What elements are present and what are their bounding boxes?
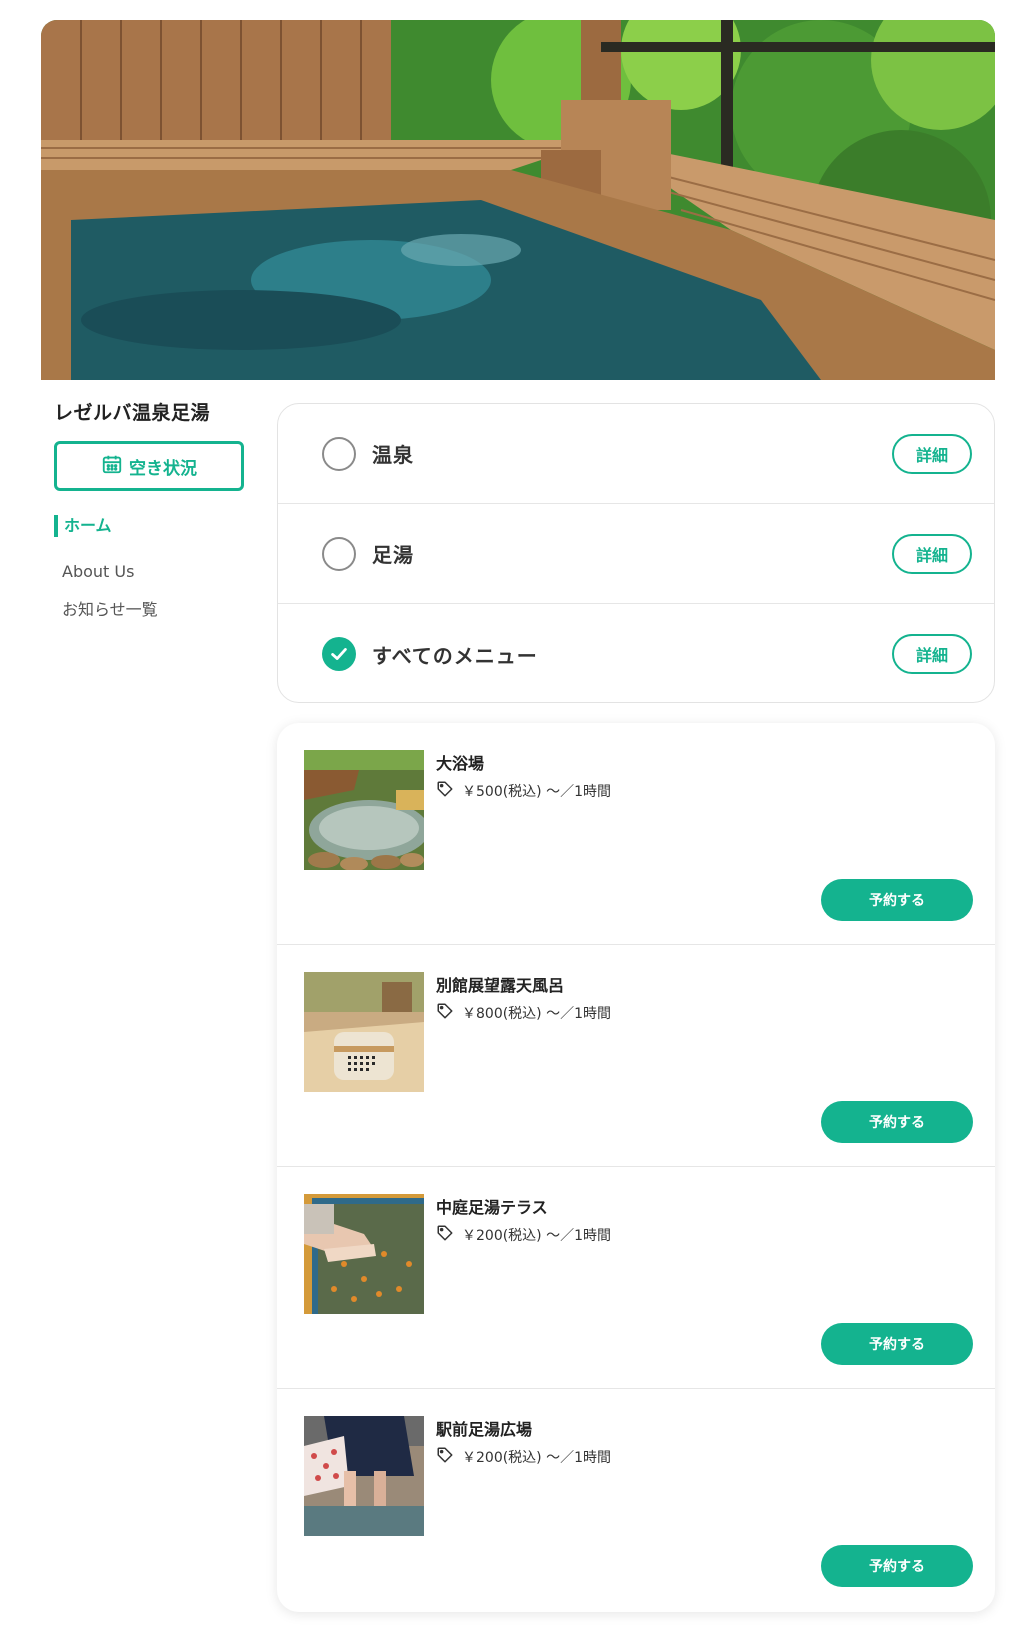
tag-icon — [436, 1446, 454, 1468]
list-item: 中庭足湯テラス ￥200(税込) 〜／1時間 予約する — [277, 1167, 995, 1389]
menu-item-price: ￥200(税込) 〜／1時間 — [436, 1224, 611, 1246]
price-text: ￥200(税込) 〜／1時間 — [462, 1450, 612, 1466]
menu-list: 大浴場 ￥500(税込) 〜／1時間 予約する 別館展望露天風呂 ￥800(税込… — [277, 723, 995, 1612]
menu-item-name: 中庭足湯テラス — [436, 1198, 548, 1217]
menu-item-name: 別館展望露天風呂 — [436, 976, 565, 995]
category-selector: 温泉 詳細 足湯 詳細 すべてのメニュー 詳細 — [277, 403, 995, 703]
category-label: 足湯 — [372, 543, 414, 567]
menu-thumbnail — [304, 750, 424, 870]
radio-unchecked-icon[interactable] — [322, 536, 356, 571]
site-title: レゼルバ温泉足湯 — [54, 402, 211, 424]
tag-icon — [436, 1224, 454, 1246]
detail-button[interactable]: 詳細 — [892, 533, 972, 574]
availability-label: 空き状況 — [129, 458, 197, 479]
menu-thumbnail — [304, 1194, 424, 1314]
sidebar: レゼルバ温泉足湯 空き状況 ホーム About Us お知らせ一覧 — [54, 398, 244, 637]
list-item: 別館展望露天風呂 ￥800(税込) 〜／1時間 予約する — [277, 945, 995, 1167]
price-text: ￥800(税込) 〜／1時間 — [462, 1006, 612, 1022]
availability-button[interactable]: 空き状況 — [54, 441, 244, 491]
list-item: 大浴場 ￥500(税込) 〜／1時間 予約する — [277, 723, 995, 945]
nav-item-news[interactable]: お知らせ一覧 — [54, 599, 244, 621]
tag-icon — [436, 780, 454, 802]
radio-unchecked-icon[interactable] — [322, 436, 356, 471]
radio-checked-icon[interactable] — [322, 637, 356, 671]
menu-item-price: ￥800(税込) 〜／1時間 — [436, 1002, 611, 1024]
reserve-button[interactable]: 予約する — [821, 1323, 973, 1365]
detail-button[interactable]: 詳細 — [892, 634, 972, 674]
calendar-icon — [101, 453, 123, 480]
reserve-button[interactable]: 予約する — [821, 879, 973, 921]
category-label: 温泉 — [372, 443, 414, 467]
menu-item-name: 大浴場 — [436, 754, 485, 773]
menu-thumbnail — [304, 972, 424, 1092]
menu-item-price: ￥500(税込) 〜／1時間 — [436, 780, 611, 802]
menu-item-name: 駅前足湯広場 — [436, 1420, 533, 1439]
menu-thumbnail — [304, 1416, 424, 1536]
nav-item-about-us[interactable]: About Us — [54, 561, 244, 583]
price-text: ￥500(税込) 〜／1時間 — [462, 784, 612, 800]
reserve-button[interactable]: 予約する — [821, 1545, 973, 1587]
category-option-ashiyu[interactable]: 足湯 詳細 — [278, 504, 994, 604]
nav-menu: ホーム About Us お知らせ一覧 — [54, 515, 244, 621]
detail-button[interactable]: 詳細 — [892, 433, 972, 474]
list-item: 駅前足湯広場 ￥200(税込) 〜／1時間 予約する — [277, 1389, 995, 1611]
menu-item-price: ￥200(税込) 〜／1時間 — [436, 1446, 611, 1468]
category-option-onsen[interactable]: 温泉 詳細 — [278, 404, 994, 504]
hero-image — [41, 20, 995, 380]
category-label: すべてのメニュー — [372, 643, 538, 668]
reserve-button[interactable]: 予約する — [821, 1101, 973, 1143]
price-text: ￥200(税込) 〜／1時間 — [462, 1228, 612, 1244]
tag-icon — [436, 1002, 454, 1024]
category-option-all[interactable]: すべてのメニュー 詳細 — [278, 604, 994, 702]
nav-item-home[interactable]: ホーム — [54, 515, 244, 537]
